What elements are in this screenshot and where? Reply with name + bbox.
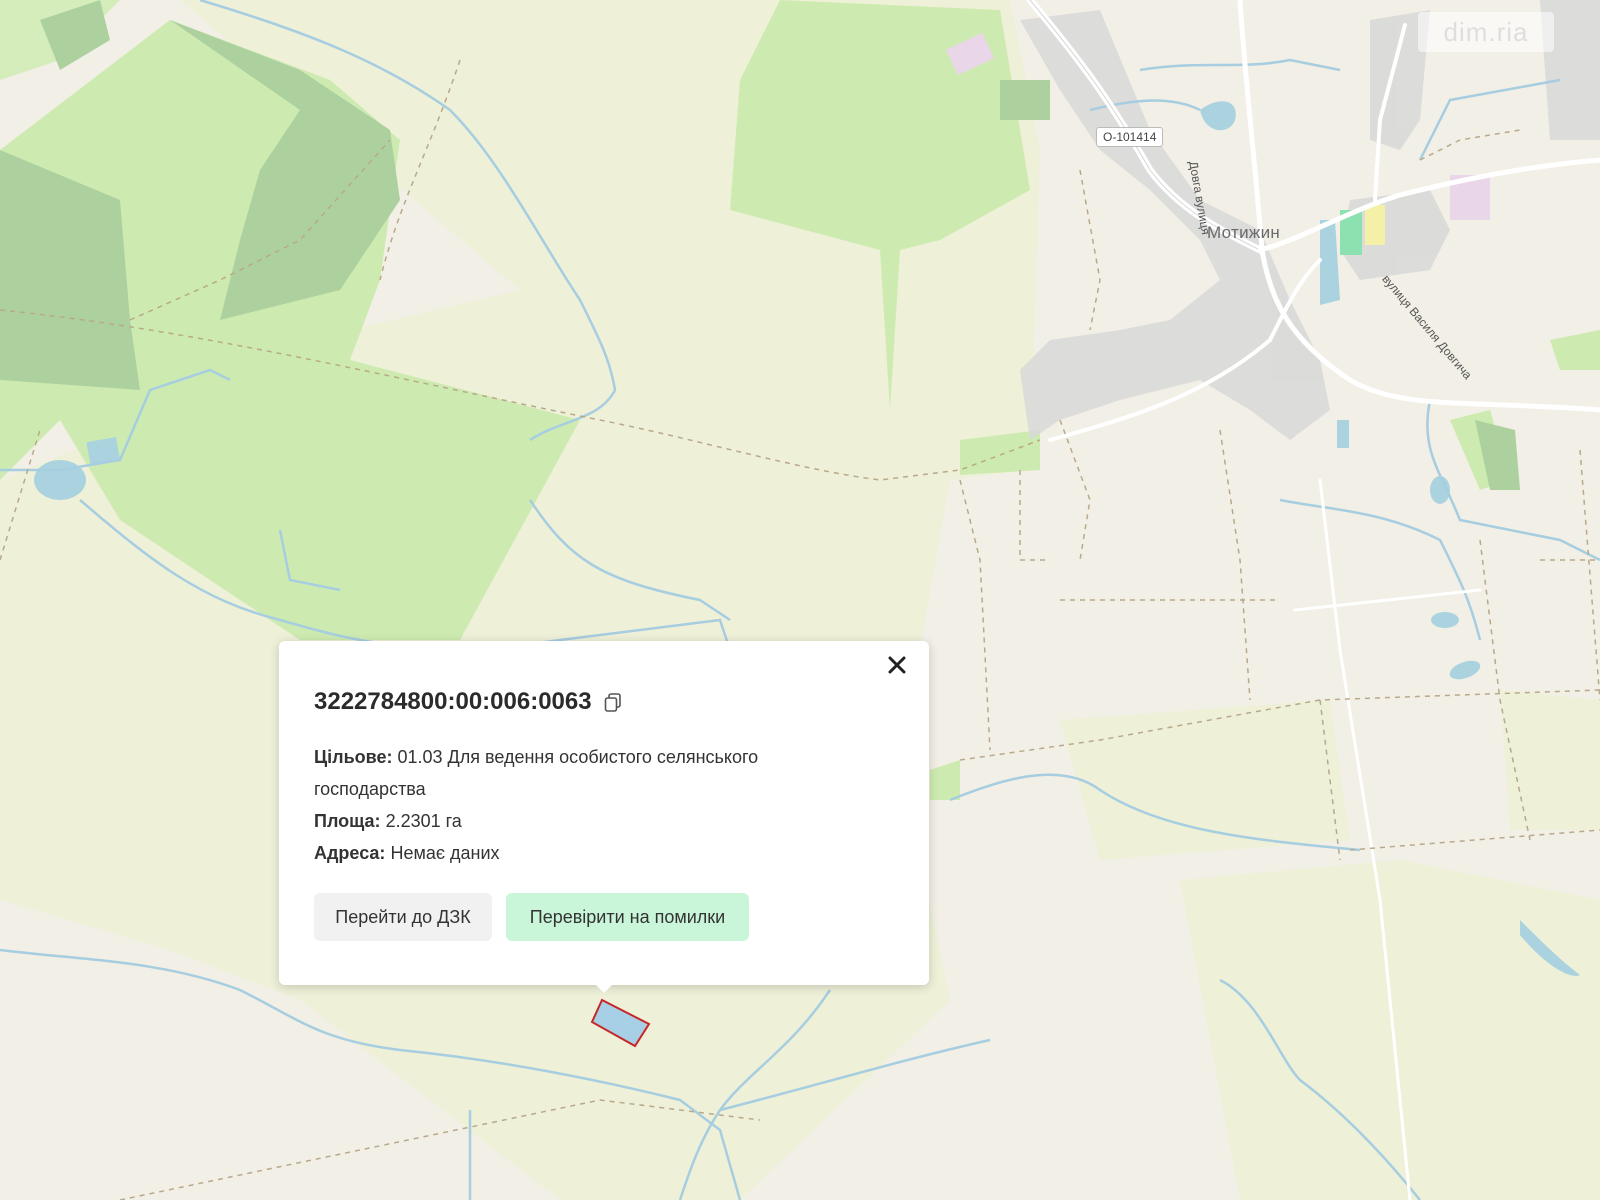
address-label: Адреса:	[314, 843, 386, 863]
close-icon[interactable]	[883, 651, 911, 679]
parcel-id: 3222784800:00:006:0063	[314, 688, 592, 715]
parcel-popup: 3222784800:00:006:0063 Цільове: 01.03 Дл…	[279, 641, 929, 985]
parcel-id-row: 3222784800:00:006:0063	[314, 688, 622, 716]
go-to-dzk-button[interactable]: Перейти до ДЗК	[314, 893, 492, 941]
area-row: Площа: 2.2301 га	[314, 805, 874, 837]
area-label: Площа:	[314, 811, 381, 831]
place-label-motyzhyn: Мотижин	[1207, 223, 1281, 242]
check-errors-button[interactable]: Перевірити на помилки	[506, 893, 749, 941]
copy-icon[interactable]	[604, 692, 622, 712]
address-row: Адреса: Немає даних	[314, 837, 874, 869]
parcel-info: Цільове: 01.03 Для ведення особистого се…	[314, 741, 874, 869]
area-value: 2.2301 га	[385, 811, 462, 831]
popup-pointer	[592, 981, 616, 993]
address-value: Немає даних	[390, 843, 500, 863]
purpose-row: Цільове: 01.03 Для ведення особистого се…	[314, 741, 874, 805]
watermark-logo: dim.ria	[1418, 12, 1554, 52]
road-shield: О-101414	[1096, 127, 1164, 147]
map-canvas[interactable]	[0, 0, 1600, 1200]
purpose-label: Цільове:	[314, 747, 393, 767]
